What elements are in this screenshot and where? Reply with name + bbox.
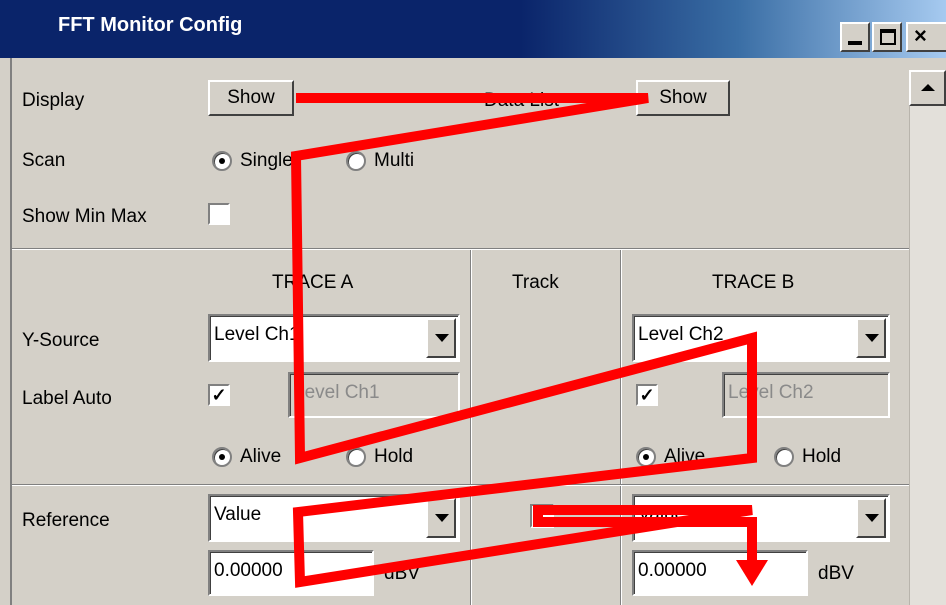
chevron-down-icon <box>435 514 449 522</box>
title-bar: FFT Monitor Config × <box>0 0 946 58</box>
track-header: Track <box>512 272 559 293</box>
trace-a-reference-select[interactable]: Value <box>208 494 460 542</box>
show-min-max-label: Show Min Max <box>22 206 147 227</box>
trace-a-label-field[interactable]: Level Ch1 <box>288 372 460 418</box>
close-icon: × <box>914 23 927 48</box>
vertical-scrollbar[interactable] <box>909 70 946 605</box>
trace-a-y-source-value: Level Ch1 <box>214 324 300 345</box>
trace-b-reference-value-input[interactable]: 0.00000 <box>632 550 808 596</box>
reference-divider <box>12 484 909 486</box>
display-label: Display <box>22 90 85 111</box>
trace-b-unit-label: dBV <box>818 563 854 584</box>
label-auto-label: Label Auto <box>22 388 112 409</box>
trace-b-hold-label: Hold <box>802 446 842 467</box>
panel-left-border <box>0 58 12 605</box>
scan-label: Scan <box>22 150 66 171</box>
trace-b-y-source-select[interactable]: Level Ch2 <box>632 314 890 362</box>
chevron-down-icon <box>435 334 449 342</box>
trace-b-header: TRACE B <box>712 272 795 293</box>
data-list-show-button[interactable]: Show <box>636 80 730 116</box>
scan-single-label: Single <box>240 150 293 171</box>
window-title: FFT Monitor Config <box>58 14 243 36</box>
scroll-up-button[interactable] <box>909 70 946 106</box>
trace-a-hold-label: Hold <box>374 446 414 467</box>
trace-b-alive-label: Alive <box>664 446 706 467</box>
radio-selected-dot <box>219 158 225 164</box>
chevron-down-icon <box>865 514 879 522</box>
trace-b-label-field[interactable]: Level Ch2 <box>722 372 890 418</box>
trace-a-header: TRACE A <box>272 272 354 293</box>
minimize-button[interactable] <box>840 22 870 52</box>
dropdown-button[interactable] <box>426 318 456 358</box>
close-button[interactable]: × <box>906 22 946 52</box>
reference-label: Reference <box>22 510 110 531</box>
dropdown-button[interactable] <box>856 498 886 538</box>
scan-multi-radio[interactable] <box>346 151 366 171</box>
trace-b-reference-value: Value <box>638 504 686 525</box>
radio-selected-dot <box>219 454 225 460</box>
minimize-icon <box>848 41 862 45</box>
y-source-label: Y-Source <box>22 330 100 351</box>
trace-a-hold-radio[interactable] <box>346 447 366 467</box>
scan-single-radio[interactable] <box>212 151 232 171</box>
radio-selected-dot <box>643 454 649 460</box>
trace-b-hold-radio[interactable] <box>774 447 794 467</box>
trace-a-reference-value: Value <box>214 504 262 525</box>
show-min-max-checkbox[interactable] <box>208 203 230 225</box>
trace-a-y-source-select[interactable]: Level Ch1 <box>208 314 460 362</box>
trace-a-reference-value-input[interactable]: 0.00000 <box>208 550 374 596</box>
track-checkbox[interactable] <box>530 504 554 528</box>
trace-a-alive-radio[interactable] <box>212 447 232 467</box>
display-show-button[interactable]: Show <box>208 80 294 116</box>
trace-b-y-source-value: Level Ch2 <box>638 324 724 345</box>
column-divider-right <box>620 250 622 605</box>
trace-a-label-auto-checkbox[interactable]: ✓ <box>208 384 230 406</box>
maximize-button[interactable] <box>872 22 902 52</box>
dropdown-button[interactable] <box>426 498 456 538</box>
section-divider <box>12 248 909 250</box>
trace-a-alive-label: Alive <box>240 446 282 467</box>
data-list-label: Data List <box>484 90 559 111</box>
maximize-icon <box>880 29 896 45</box>
scan-multi-label: Multi <box>374 150 415 171</box>
chevron-down-icon <box>865 334 879 342</box>
trace-a-unit-label: dBV <box>384 563 420 584</box>
trace-b-alive-radio[interactable] <box>636 447 656 467</box>
trace-b-reference-select[interactable]: Value <box>632 494 890 542</box>
arrow-up-icon <box>921 84 935 91</box>
column-divider-left <box>470 250 472 605</box>
dropdown-button[interactable] <box>856 318 886 358</box>
trace-b-label-auto-checkbox[interactable]: ✓ <box>636 384 658 406</box>
